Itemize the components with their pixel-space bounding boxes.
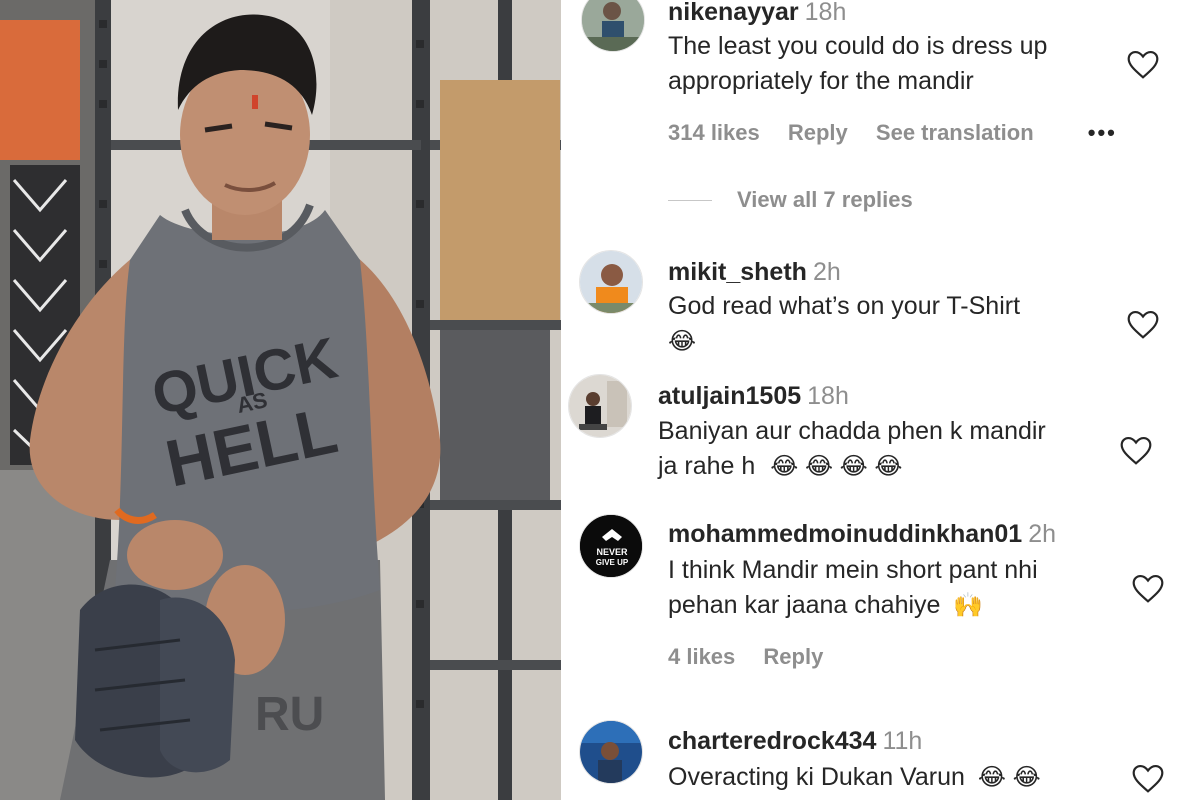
comment-timestamp: 18h [807,382,849,410]
heart-outline-icon[interactable] [1119,436,1153,466]
reply-button[interactable]: Reply [788,120,848,145]
comment-text-line-2: ja rahe h [658,452,756,480]
avatar[interactable] [579,720,643,784]
photo-illustration: QUICK AS HELL RU [0,0,561,800]
comment-username[interactable]: atuljain1505 [658,382,801,410]
comment-text-line-1: God read what’s on your T-Shirt [668,292,1021,320]
comment-timestamp: 2h [812,258,841,286]
comment-username[interactable]: charteredrock434 [668,727,876,755]
comment-actions: 314 likes Reply See translation ••• [668,120,1139,146]
comment-text-line-2: appropriately for the mandir [668,67,974,95]
avatar-photo [580,721,642,783]
comment-timestamp: 18h [804,0,847,26]
post-photo: QUICK AS HELL RU [0,0,561,800]
heart-outline-icon[interactable] [1131,764,1165,794]
heart-outline-icon[interactable] [1126,310,1160,340]
view-replies-button[interactable]: View all 7 replies [737,187,913,213]
avatar-text-never: NEVER [596,547,628,557]
laughing-emoji: 😂 [668,328,697,356]
laughing-emoji: 😂 😂 [977,764,1041,792]
avatar[interactable] [581,0,645,52]
avatar-photo [580,251,642,313]
comment-actions: 4 likes Reply [668,644,845,670]
heart-outline-icon[interactable] [1126,50,1160,80]
likes-count[interactable]: 314 likes [668,120,760,145]
raising-hands-emoji: 🙌 [953,592,984,620]
see-translation-button[interactable]: See translation [876,120,1034,145]
replies-divider [668,200,712,201]
comment-text-line-2: pehan kar jaana chahiye [668,591,941,619]
more-options-icon[interactable]: ••• [1088,120,1117,145]
avatar-text-give-up: GIVE UP [596,558,629,567]
comment-timestamp: 11h [882,727,923,755]
comment-username[interactable]: nikenayyar [668,0,799,26]
avatar-photo [569,375,631,437]
avatar[interactable] [579,250,643,314]
comments-panel: nikenayyar 18h The least you could do is … [561,0,1200,800]
comment-timestamp: 2h [1028,520,1057,548]
comment-username[interactable]: mohammedmoinuddinkhan01 [668,520,1022,548]
likes-count[interactable]: 4 likes [668,644,735,669]
avatar-photo [582,0,644,51]
reply-button[interactable]: Reply [763,644,823,669]
comment-username[interactable]: mikit_sheth [668,258,807,286]
avatar-photo: NEVER GIVE UP [580,515,642,577]
avatar[interactable] [568,374,632,438]
comment-text-line-1: Baniyan aur chadda phen k mandir [658,417,1046,445]
comment-text-line-1: I think Mandir mein short pant nhi [668,556,1038,584]
shorts-print: RU [255,688,324,741]
avatar[interactable]: NEVER GIVE UP [579,514,643,578]
comment-text-line-1: Overacting ki Dukan Varun [668,763,965,791]
laughing-emoji: 😂 😂 😂 😂 [770,453,903,481]
heart-outline-icon[interactable] [1131,574,1165,604]
comment-text-line-1: The least you could do is dress up [668,32,1048,60]
